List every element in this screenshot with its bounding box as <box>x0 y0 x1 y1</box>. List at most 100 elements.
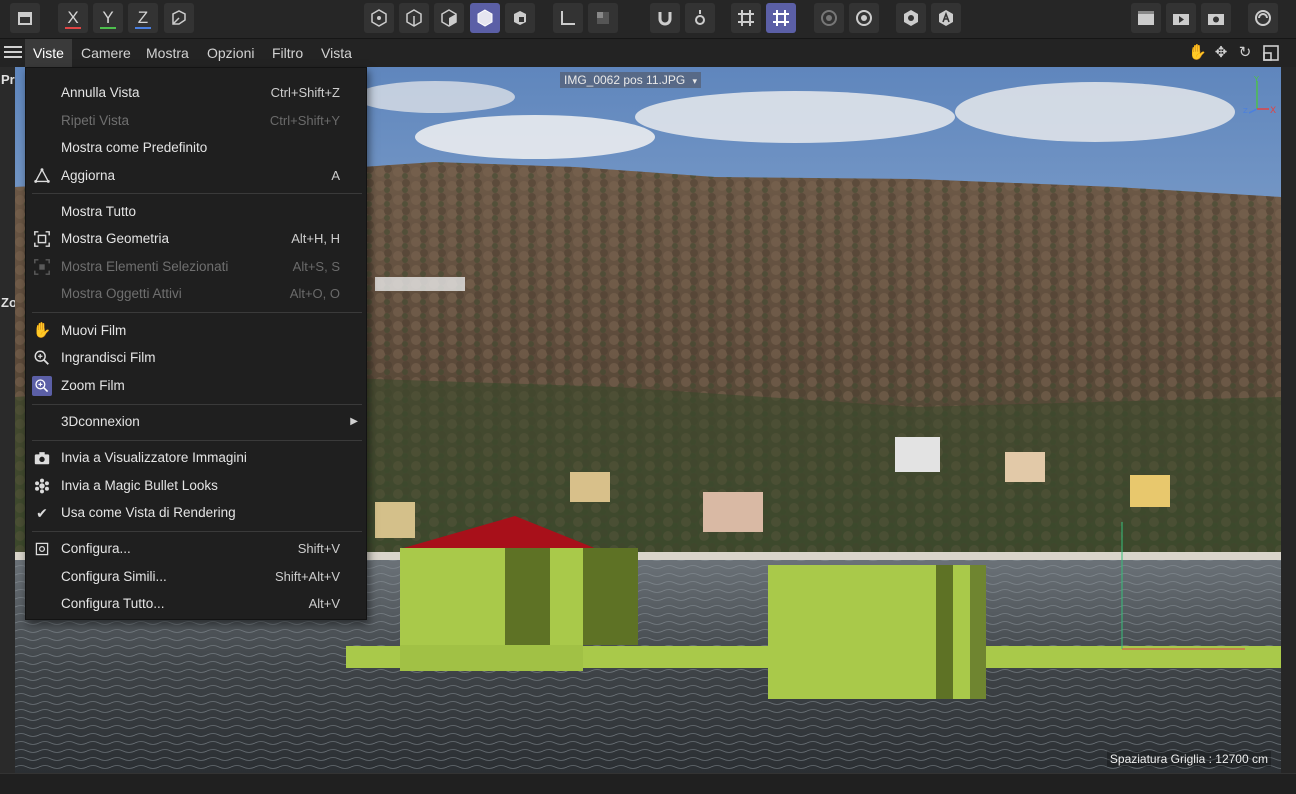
menu-item-label: Invia a Visualizzatore Immagini <box>61 450 247 465</box>
menu-camere[interactable]: Camere <box>73 39 139 67</box>
menu-separator <box>32 440 362 441</box>
menu-item-label: Mostra Elementi Selezionati <box>61 259 229 274</box>
menu-mostra[interactable]: Mostra <box>138 39 197 67</box>
zoom-film-icon <box>32 376 52 396</box>
menu-item-configura[interactable]: Configura... Shift+V <box>26 536 366 562</box>
left-panel-strip: Pr Zoo <box>0 67 25 773</box>
menu-item-label: Annulla Vista <box>61 85 140 100</box>
menu-item-mostra-oggetti-attivi: Mostra Oggetti Attivi Alt+O, O <box>26 281 366 307</box>
maximize-viewport-icon[interactable] <box>1262 44 1280 62</box>
menu-item-label: Mostra Geometria <box>61 231 170 246</box>
configure-gear-icon <box>32 539 52 559</box>
menu-item-shortcut: Ctrl+Shift+Z <box>270 85 340 100</box>
hand-icon: ✋ <box>32 322 52 339</box>
pan-hand-icon[interactable]: ✋ <box>1188 44 1207 62</box>
menu-item-mostra-tutto[interactable]: Mostra Tutto <box>26 199 366 225</box>
menu-separator <box>32 193 362 194</box>
magnifier-plus-icon <box>32 348 52 368</box>
menu-separator <box>32 531 362 532</box>
axis-gizmo-icon: Y X Z <box>1243 75 1276 115</box>
auto-icon[interactable] <box>931 3 961 33</box>
menu-item-label: Mostra Tutto <box>61 204 137 219</box>
viewport-solo-icon[interactable] <box>896 3 926 33</box>
axis-mode-icon[interactable] <box>553 3 583 33</box>
menu-item-label: Aggiorna <box>61 168 116 183</box>
svg-text:Y: Y <box>1253 75 1259 84</box>
axis-z-underline <box>135 27 151 29</box>
background-image-filename: IMG_0062 pos 11.JPG <box>564 73 686 87</box>
menu-separator <box>32 404 362 405</box>
menu-item-label: Configura Simili... <box>61 569 167 584</box>
menu-item-shortcut: Alt+S, S <box>292 259 340 274</box>
hamburger-menu-icon[interactable] <box>2 43 24 63</box>
menu-item-annulla-vista[interactable]: Annulla Vista Ctrl+Shift+Z <box>26 80 366 106</box>
menu-item-aggiorna[interactable]: Aggiorna A <box>26 163 366 189</box>
menu-item-label: Invia a Magic Bullet Looks <box>61 478 218 493</box>
menu-item-invia-magic-bullet[interactable]: Invia a Magic Bullet Looks <box>26 473 366 499</box>
workplane-icon[interactable] <box>766 3 796 33</box>
coordinate-system-icon[interactable] <box>164 3 194 33</box>
menu-item-3dconnexion[interactable]: 3Dconnexion ▶ <box>26 409 366 435</box>
menu-viste[interactable]: Viste <box>25 39 72 67</box>
menu-item-label: Ripeti Vista <box>61 113 130 128</box>
edit-render-settings-icon[interactable] <box>1201 3 1231 33</box>
frame-selected-icon <box>32 257 52 277</box>
axis-y-label: Y <box>102 8 114 27</box>
archive-icon[interactable] <box>10 3 40 33</box>
axis-y-lock-button[interactable]: Y <box>93 3 123 33</box>
menu-item-label: Mostra Oggetti Attivi <box>61 286 182 301</box>
refresh-triangle-icon <box>32 166 52 186</box>
main-toolbar: X Y Z <box>0 0 1296 39</box>
menu-item-label: Configura... <box>61 541 131 556</box>
teams-render-icon[interactable] <box>1248 3 1278 33</box>
rotate-camera-icon[interactable]: ↻ <box>1236 44 1254 62</box>
axis-z-lock-button[interactable]: Z <box>128 3 158 33</box>
menu-item-ripeti-vista: Ripeti Vista Ctrl+Shift+Y <box>26 108 366 134</box>
menu-filtro[interactable]: Filtro <box>264 39 311 67</box>
bottom-bar <box>0 773 1296 794</box>
snap-settings-icon[interactable] <box>685 3 715 33</box>
submenu-arrow-icon: ▶ <box>350 416 358 427</box>
render-view-icon[interactable] <box>1131 3 1161 33</box>
menu-item-usa-come-vista-rendering[interactable]: ✔ Usa come Vista di Rendering <box>26 500 366 526</box>
axis-x-lock-button[interactable]: X <box>58 3 88 33</box>
menu-separator <box>32 312 362 313</box>
grid-icon[interactable] <box>731 3 761 33</box>
menu-item-shortcut: Alt+O, O <box>289 286 340 301</box>
menu-item-label: 3Dconnexion <box>61 414 140 429</box>
render-to-picture-viewer-icon[interactable] <box>1166 3 1196 33</box>
menu-item-mostra-geometria[interactable]: Mostra Geometria Alt+H, H <box>26 226 366 252</box>
menu-item-label: Muovi Film <box>61 323 127 338</box>
axis-x-label: X <box>67 8 79 27</box>
polygons-mode-icon[interactable] <box>434 3 464 33</box>
viewport-menubar: Viste Camere Mostra Opzioni Filtro Vista… <box>0 39 1296 67</box>
menu-vista[interactable]: Vista <box>313 39 360 67</box>
dropdown-chevron-icon[interactable]: ▾ <box>693 76 698 86</box>
menu-item-configura-tutto[interactable]: Configura Tutto... Alt+V <box>26 591 366 617</box>
render-settings-icon[interactable] <box>849 3 879 33</box>
grid-spacing-label: Spaziatura Griglia : 12700 cm <box>1106 751 1271 767</box>
uv-mode-icon[interactable] <box>505 3 535 33</box>
right-panel-strip <box>1281 67 1296 773</box>
edges-mode-icon[interactable] <box>399 3 429 33</box>
checkmark-icon: ✔ <box>36 505 48 521</box>
menu-item-zoom-film[interactable]: Zoom Film <box>26 373 366 399</box>
menu-item-label: Configura Tutto... <box>61 596 165 611</box>
menu-item-shortcut: Alt+H, H <box>291 231 340 246</box>
menu-item-mostra-come-predefinito[interactable]: Mostra come Predefinito <box>26 135 366 161</box>
menu-item-shortcut: A <box>331 168 340 183</box>
menu-item-ingrandisci-film[interactable]: Ingrandisci Film <box>26 345 366 371</box>
points-mode-icon[interactable] <box>364 3 394 33</box>
menu-opzioni[interactable]: Opzioni <box>199 39 262 67</box>
frame-geometry-icon <box>32 229 52 249</box>
render-region-icon[interactable] <box>814 3 844 33</box>
menu-item-shortcut: Shift+Alt+V <box>274 569 340 584</box>
enable-snap-icon[interactable] <box>588 3 618 33</box>
magnet-icon[interactable] <box>650 3 680 33</box>
menu-item-shortcut: Alt+V <box>308 596 340 611</box>
menu-item-invia-visualizzatore[interactable]: Invia a Visualizzatore Immagini <box>26 445 366 471</box>
model-mode-icon[interactable] <box>470 3 500 33</box>
menu-item-configura-simili[interactable]: Configura Simili... Shift+Alt+V <box>26 564 366 590</box>
menu-item-muovi-film[interactable]: ✋ Muovi Film <box>26 318 366 344</box>
move-camera-icon[interactable]: ✥ <box>1212 44 1230 62</box>
